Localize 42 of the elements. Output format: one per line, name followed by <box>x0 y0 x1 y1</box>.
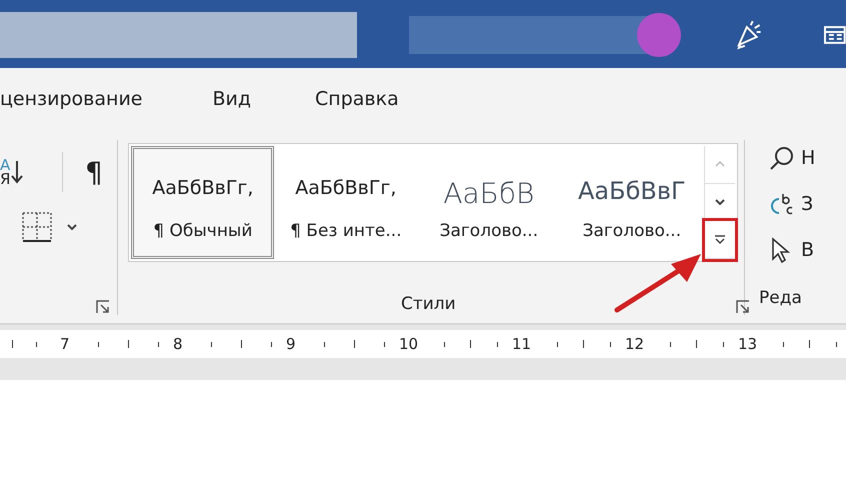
borders-icon[interactable] <box>22 212 52 242</box>
chevron-up-icon <box>715 161 726 168</box>
select-button[interactable]: В <box>769 234 846 266</box>
window-layout-icon[interactable] <box>824 26 846 44</box>
ruler-number: 7 <box>60 335 70 353</box>
ruler-number: 9 <box>286 335 296 353</box>
group-label: Стили <box>400 294 457 314</box>
ruler-number: 12 <box>625 335 644 353</box>
more-styles-button[interactable] <box>705 221 736 260</box>
style-preview-text: АаБбВвГ <box>578 177 686 207</box>
dialog-launcher-icon[interactable] <box>96 300 110 314</box>
search-icon <box>769 145 796 171</box>
style-name: Заголово... <box>440 221 538 241</box>
ribbon-tab[interactable]: Справка <box>315 88 399 110</box>
chevron-down-icon[interactable] <box>66 223 78 231</box>
search-field[interactable] <box>0 12 357 58</box>
ruler-number: 13 <box>738 335 758 353</box>
style-tile[interactable]: АаБбВвГг, ¶ Обычный <box>131 146 274 259</box>
replace-button[interactable]: З <box>769 188 846 220</box>
expand-gallery-icon <box>714 234 726 245</box>
style-preview-text: АаБбВвГг, <box>152 177 254 201</box>
style-name: Заголово... <box>582 221 682 241</box>
group-label: Реда <box>759 288 803 308</box>
down-arrow-icon <box>10 159 24 185</box>
sort-button[interactable]: А Я <box>0 150 46 194</box>
replace-icon <box>769 191 796 217</box>
style-name: ¶ Обычный <box>153 221 252 241</box>
style-tile[interactable]: АаБбВвГ Заголово... <box>560 146 704 259</box>
ribbon-tab[interactable]: Вид <box>212 88 252 110</box>
style-name: ¶ Без инте... <box>290 221 402 241</box>
style-preview-text: АаБбВвГг, <box>295 177 396 201</box>
style-tile[interactable]: АаБбВ Заголово... <box>417 146 560 259</box>
ruler-number: 11 <box>512 335 532 353</box>
find-button[interactable]: Н <box>769 142 846 174</box>
show-marks-button[interactable]: ¶ <box>85 156 103 188</box>
style-preview-text: АаБбВ <box>443 177 534 207</box>
style-tile[interactable]: АаБбВвГг, ¶ Без инте... <box>274 146 418 259</box>
ruler-number: 8 <box>173 335 183 353</box>
dialog-launcher-icon[interactable] <box>736 300 750 314</box>
ribbon-tab[interactable]: цензирование <box>0 88 142 110</box>
chevron-down-icon <box>715 199 726 205</box>
ruler-number: 10 <box>399 335 418 353</box>
